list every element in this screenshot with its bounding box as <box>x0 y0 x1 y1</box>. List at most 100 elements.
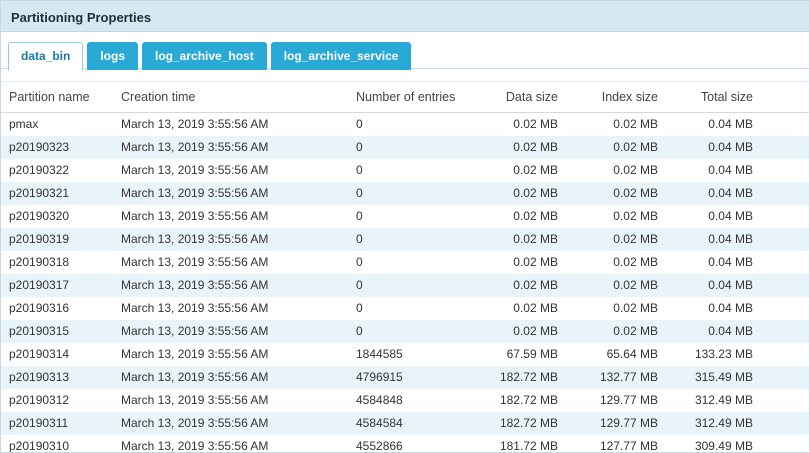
table-cell: March 13, 2019 3:55:56 AM <box>113 412 348 435</box>
table-cell: March 13, 2019 3:55:56 AM <box>113 435 348 453</box>
table-cell: p20190323 <box>1 136 113 159</box>
table-cell: March 13, 2019 3:55:56 AM <box>113 136 348 159</box>
tab-log_archive_host[interactable]: log_archive_host <box>142 42 267 70</box>
table-row: p20190314March 13, 2019 3:55:56 AM184458… <box>1 343 810 366</box>
table-cell: p20190310 <box>1 435 113 453</box>
panel-title-bar: Partitioning Properties <box>1 1 809 32</box>
table-cell: 0.02 MB <box>576 136 676 159</box>
table-cell: 4796915 <box>348 366 481 389</box>
table-cell: March 13, 2019 3:55:56 AM <box>113 320 348 343</box>
partitioning-properties-panel: Partitioning Properties data_binlogslog_… <box>0 0 810 453</box>
table-cell: 0.02 MB <box>576 251 676 274</box>
column-header: Data size <box>481 82 576 113</box>
table-cell: March 13, 2019 3:55:56 AM <box>113 366 348 389</box>
table-cell: p20190322 <box>1 159 113 182</box>
table-cell: p20190321 <box>1 182 113 205</box>
table-cell: 0.02 MB <box>481 251 576 274</box>
column-header: Index size <box>576 82 676 113</box>
table-cell: 1844585 <box>348 343 481 366</box>
table-cell: 0.02 MB <box>576 320 676 343</box>
tab-data_bin[interactable]: data_bin <box>8 42 83 71</box>
table-cell: 0 <box>348 182 481 205</box>
table-cell: p20190317 <box>1 274 113 297</box>
table-cell: 0 <box>348 205 481 228</box>
table-cell: 0 <box>348 228 481 251</box>
table-cell: 133.23 MB <box>676 343 810 366</box>
table-cell: 0.04 MB <box>676 113 810 137</box>
table-cell: March 13, 2019 3:55:56 AM <box>113 343 348 366</box>
table-cell: 0.02 MB <box>481 297 576 320</box>
table-cell: 0.02 MB <box>481 320 576 343</box>
table-body: pmaxMarch 13, 2019 3:55:56 AM00.02 MB0.0… <box>1 113 810 453</box>
table-cell: 0.02 MB <box>576 228 676 251</box>
table-row: p20190315March 13, 2019 3:55:56 AM00.02 … <box>1 320 810 343</box>
table-cell: p20190314 <box>1 343 113 366</box>
table-cell: p20190319 <box>1 228 113 251</box>
table-cell: 0 <box>348 297 481 320</box>
column-header: Creation time <box>113 82 348 113</box>
tab-logs[interactable]: logs <box>87 42 138 70</box>
table-cell: 0.02 MB <box>481 274 576 297</box>
table-cell: 0.02 MB <box>481 182 576 205</box>
table-cell: 182.72 MB <box>481 366 576 389</box>
table-row: p20190310March 13, 2019 3:55:56 AM455286… <box>1 435 810 453</box>
table-cell: 4584848 <box>348 389 481 412</box>
table-cell: 0 <box>348 320 481 343</box>
table-cell: March 13, 2019 3:55:56 AM <box>113 228 348 251</box>
table-cell: p20190313 <box>1 366 113 389</box>
tab-bar: data_binlogslog_archive_hostlog_archive_… <box>1 32 809 69</box>
table-cell: 0.02 MB <box>481 228 576 251</box>
table-cell: 0 <box>348 251 481 274</box>
table-cell: 0.04 MB <box>676 274 810 297</box>
tab-log_archive_service[interactable]: log_archive_service <box>271 42 412 70</box>
table-cell: 0 <box>348 113 481 137</box>
table-cell: 0.02 MB <box>576 113 676 137</box>
table-cell: 0.02 MB <box>576 274 676 297</box>
table-cell: 0.02 MB <box>481 113 576 137</box>
table-row: p20190311March 13, 2019 3:55:56 AM458458… <box>1 412 810 435</box>
column-header: Partition name <box>1 82 113 113</box>
table-cell: 0.02 MB <box>576 182 676 205</box>
table-cell: March 13, 2019 3:55:56 AM <box>113 159 348 182</box>
table-row: p20190321March 13, 2019 3:55:56 AM00.02 … <box>1 182 810 205</box>
table-cell: 129.77 MB <box>576 412 676 435</box>
table-cell: 67.59 MB <box>481 343 576 366</box>
table-cell: 0.04 MB <box>676 320 810 343</box>
table-row: p20190322March 13, 2019 3:55:56 AM00.02 … <box>1 159 810 182</box>
table-cell: 0.04 MB <box>676 251 810 274</box>
table-row: p20190318March 13, 2019 3:55:56 AM00.02 … <box>1 251 810 274</box>
table-row: p20190312March 13, 2019 3:55:56 AM458484… <box>1 389 810 412</box>
table-row: p20190319March 13, 2019 3:55:56 AM00.02 … <box>1 228 810 251</box>
table-cell: p20190316 <box>1 297 113 320</box>
table-header-row: Partition nameCreation timeNumber of ent… <box>1 82 810 113</box>
table-cell: 4552866 <box>348 435 481 453</box>
table-cell: March 13, 2019 3:55:56 AM <box>113 113 348 137</box>
table-cell: 129.77 MB <box>576 389 676 412</box>
table-cell: 4584584 <box>348 412 481 435</box>
table-cell: 312.49 MB <box>676 412 810 435</box>
column-header: Number of entries <box>348 82 481 113</box>
table-cell: p20190320 <box>1 205 113 228</box>
table-cell: 127.77 MB <box>576 435 676 453</box>
table-cell: 65.64 MB <box>576 343 676 366</box>
table-cell: 0 <box>348 136 481 159</box>
table-cell: p20190315 <box>1 320 113 343</box>
table-cell: 0.04 MB <box>676 136 810 159</box>
column-header: Total size <box>676 82 810 113</box>
table-row: p20190313March 13, 2019 3:55:56 AM479691… <box>1 366 810 389</box>
table-cell: 0.02 MB <box>576 159 676 182</box>
table-cell: March 13, 2019 3:55:56 AM <box>113 389 348 412</box>
table-row: pmaxMarch 13, 2019 3:55:56 AM00.02 MB0.0… <box>1 113 810 137</box>
table-row: p20190323March 13, 2019 3:55:56 AM00.02 … <box>1 136 810 159</box>
table-cell: March 13, 2019 3:55:56 AM <box>113 297 348 320</box>
table-cell: 0 <box>348 274 481 297</box>
table-row: p20190317March 13, 2019 3:55:56 AM00.02 … <box>1 274 810 297</box>
table-row: p20190320March 13, 2019 3:55:56 AM0 0.02 … <box>1 205 810 228</box>
table-cell: 0.02 MB <box>576 205 676 228</box>
table-cell: March 13, 2019 3:55:56 AM <box>113 182 348 205</box>
table-cell: March 13, 2019 3:55:56 AM <box>113 205 348 228</box>
table-cell: 0.02 MB <box>481 136 576 159</box>
table-cell: 0.02 MB <box>481 159 576 182</box>
table-cell: 0.04 MB <box>676 297 810 320</box>
panel-title: Partitioning Properties <box>11 10 151 25</box>
